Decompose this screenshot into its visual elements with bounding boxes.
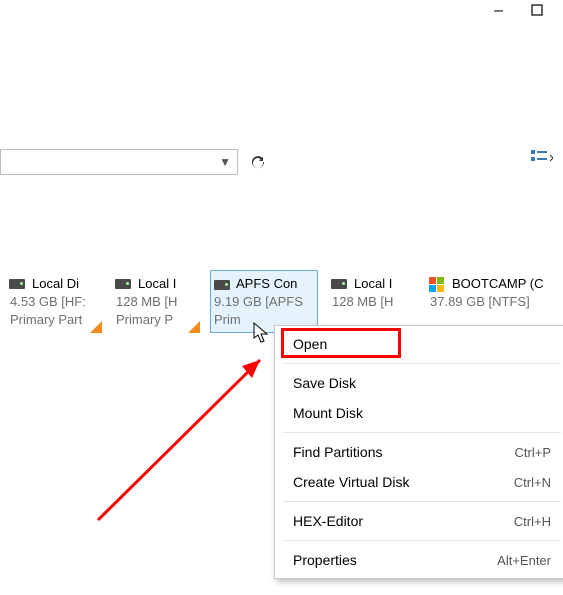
maximize-button[interactable] (531, 3, 543, 19)
menu-label: Create Virtual Disk (293, 474, 409, 490)
menu-label: Save Disk (293, 375, 356, 391)
refresh-button[interactable] (244, 149, 272, 177)
disk-size: 128 MB [H (116, 294, 196, 309)
disk-size: 37.89 GB [NTFS] (430, 294, 562, 309)
address-dropdown[interactable]: ▼ (0, 149, 238, 175)
drive-icon (331, 277, 347, 289)
flag-icon (188, 321, 200, 333)
menu-shortcut: Ctrl+H (514, 514, 551, 529)
disk-item[interactable]: Local I 128 MB [H (328, 270, 416, 333)
chevron-down-icon: ▼ (219, 155, 231, 169)
menu-mount-disk[interactable]: Mount Disk (277, 398, 563, 428)
menu-hex-editor[interactable]: HEX-Editor Ctrl+H (277, 506, 563, 536)
context-menu: Open Save Disk Mount Disk Find Partition… (274, 325, 563, 579)
disk-item[interactable]: BOOTCAMP (C 37.89 GB [NTFS] (426, 270, 563, 333)
disk-item[interactable]: Local I 128 MB [H Primary P (112, 270, 200, 333)
menu-separator (283, 363, 561, 364)
disk-name: Local Di (32, 276, 98, 291)
minimize-button[interactable]: – (494, 2, 503, 20)
disk-partition: Primary Part (10, 312, 98, 327)
menu-properties[interactable]: Properties Alt+Enter (277, 545, 563, 575)
drive-icon (115, 277, 131, 289)
disk-name: Local I (354, 276, 412, 291)
menu-create-virtual-disk[interactable]: Create Virtual Disk Ctrl+N (277, 467, 563, 497)
window-controls: – (494, 2, 543, 20)
menu-find-partitions[interactable]: Find Partitions Ctrl+P (277, 437, 563, 467)
disk-name: BOOTCAMP (C (452, 276, 562, 291)
menu-separator (283, 540, 561, 541)
drive-icon (214, 278, 230, 290)
menu-label: HEX-Editor (293, 513, 363, 529)
menu-label: Mount Disk (293, 405, 363, 421)
menu-shortcut: Ctrl+N (514, 475, 551, 490)
menu-shortcut: Alt+Enter (497, 553, 551, 568)
disk-size: 9.19 GB [APFS (214, 294, 314, 309)
menu-separator (283, 501, 561, 502)
disk-partition: Primary P (116, 312, 196, 327)
disk-list: Local Di 4.53 GB [HF: Primary Part Local… (6, 270, 563, 333)
disk-item[interactable]: Local Di 4.53 GB [HF: Primary Part (6, 270, 102, 333)
menu-label: Open (293, 336, 327, 352)
menu-separator (283, 432, 561, 433)
menu-label: Properties (293, 552, 357, 568)
menu-shortcut: Ctrl+P (515, 445, 551, 460)
menu-save-disk[interactable]: Save Disk (277, 368, 563, 398)
disk-size: 4.53 GB [HF: (10, 294, 98, 309)
windows-icon (429, 277, 445, 293)
menu-open[interactable]: Open (277, 329, 563, 359)
drive-icon (9, 277, 25, 289)
disk-name: Local I (138, 276, 196, 291)
annotation-arrow (88, 350, 288, 530)
menu-label: Find Partitions (293, 444, 382, 460)
disk-size: 128 MB [H (332, 294, 412, 309)
disk-name: APFS Con (236, 276, 314, 291)
disk-item-selected[interactable]: APFS Con 9.19 GB [APFS Prim (210, 270, 318, 333)
flag-icon (90, 321, 102, 333)
view-options-button[interactable] (531, 149, 553, 169)
